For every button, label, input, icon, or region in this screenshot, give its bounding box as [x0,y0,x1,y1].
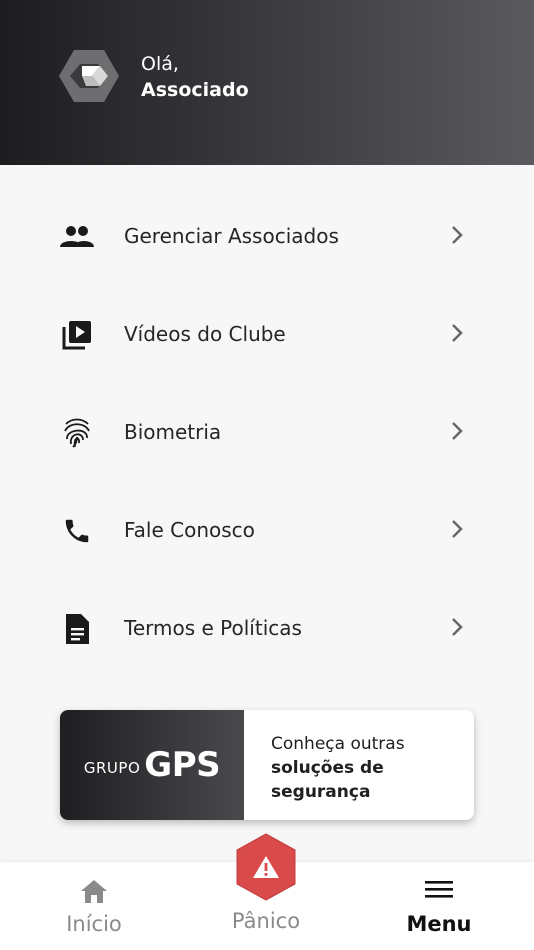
fingerprint-icon [60,416,94,450]
video-library-icon [60,318,94,352]
banner-line-1: Conheça outras [271,734,405,754]
tab-menu[interactable]: Menu [379,862,499,950]
banner-text: Conheça outras soluções de segurança [271,732,405,804]
tab-label: Menu [406,912,472,936]
menu-item-fale-conosco[interactable]: Fale Conosco [0,482,534,580]
menu-item-label: Biometria [124,420,222,444]
user-name: Associado [141,79,249,101]
menu-item-label: Fale Conosco [124,518,255,542]
chevron-right-icon [452,618,463,636]
grupo-gps-logo: GRUPO GPS [60,710,244,820]
greeting-block: Olá, Associado [141,52,249,104]
menu-item-videos-do-clube[interactable]: Vídeos do Clube [0,286,534,384]
grupo-gps-banner[interactable]: GRUPO GPS Conheça outras soluções de seg… [60,710,474,820]
chevron-right-icon [452,422,463,440]
tab-label: Pânico [231,909,301,933]
menu-item-label: Termos e Políticas [124,616,302,640]
document-icon [60,612,94,646]
tab-inicio[interactable]: Início [34,862,154,950]
menu-item-biometria[interactable]: Biometria [0,384,534,482]
hamburger-menu-icon [425,881,453,898]
app-logo-icon [59,50,119,102]
tab-label: Início [66,912,122,936]
menu-item-label: Vídeos do Clube [124,322,286,346]
phone-icon [60,514,94,548]
chevron-right-icon [452,324,463,342]
brand-prefix: GRUPO [83,759,141,777]
menu-item-gerenciar-associados[interactable]: Gerenciar Associados [0,188,534,286]
menu-item-termos-e-politicas[interactable]: Termos e Políticas [0,580,534,678]
banner-line-3: segurança [271,782,371,802]
banner-line-2: soluções de [271,758,384,778]
brand-name: GPS [144,745,221,785]
menu-item-label: Gerenciar Associados [124,224,339,248]
chevron-right-icon [452,520,463,538]
panic-button[interactable] [234,832,298,902]
people-icon [60,220,94,254]
greeting-text: Olá, [141,53,179,75]
chevron-right-icon [452,226,463,244]
header: Olá, Associado [0,0,534,165]
home-icon [81,880,107,903]
